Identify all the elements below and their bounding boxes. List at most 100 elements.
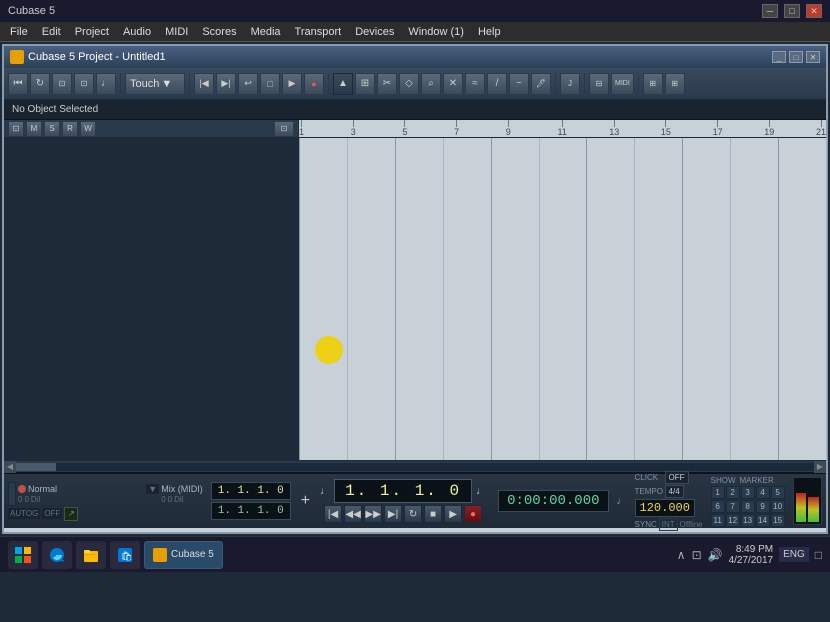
lang-indicator[interactable]: ENG — [779, 547, 809, 562]
menu-file[interactable]: File — [4, 25, 34, 39]
network-icon[interactable]: ⊡ — [692, 548, 702, 562]
select-tool-btn[interactable]: ▲ — [333, 73, 353, 95]
menu-media[interactable]: Media — [245, 25, 287, 39]
click-val[interactable]: OFF — [665, 471, 689, 484]
trans-loop-btn[interactable]: ↻ — [404, 505, 422, 523]
punch-out-btn[interactable]: ⊡ — [74, 73, 94, 95]
range-tool-btn[interactable]: ⊞ — [355, 73, 375, 95]
autog-icon[interactable]: ↗ — [64, 507, 78, 521]
split-tool-btn[interactable]: ✂ — [377, 73, 397, 95]
glue-tool-btn[interactable]: ◇ — [399, 73, 419, 95]
automation-dropdown[interactable]: Touch ▼ — [125, 73, 185, 95]
trans-rewind-btn[interactable]: |◀ — [324, 505, 342, 523]
time-warp-btn[interactable]: ≈ — [465, 73, 485, 95]
plus-button[interactable]: + — [299, 492, 312, 510]
play-btn[interactable]: ▶ — [282, 73, 302, 95]
menu-edit[interactable]: Edit — [36, 25, 67, 39]
minimize-button[interactable]: ─ — [762, 4, 778, 18]
marker-14[interactable]: 14 — [756, 514, 770, 527]
scroll-thumb[interactable] — [16, 463, 56, 471]
notification-icon[interactable]: □ — [815, 548, 822, 562]
ruler-btn3[interactable]: S — [44, 121, 60, 137]
edge-button[interactable] — [42, 541, 72, 569]
marker-3[interactable]: 3 — [741, 486, 755, 499]
menu-midi[interactable]: MIDI — [159, 25, 194, 39]
menu-devices[interactable]: Devices — [349, 25, 400, 39]
midi-btn[interactable]: MIDI — [611, 73, 634, 95]
undo-btn[interactable]: ↩ — [238, 73, 258, 95]
marker-1[interactable]: 1 — [711, 486, 725, 499]
line-tool-btn[interactable]: / — [487, 73, 507, 95]
marker-4[interactable]: 4 — [756, 486, 770, 499]
brush-tool-btn[interactable]: 🖊 — [531, 73, 551, 95]
taskbar-right: ∧ ⊡ 🔊 8:49 PM 4/27/2017 ENG □ — [677, 544, 822, 566]
menu-project[interactable]: Project — [69, 25, 115, 39]
marker-7[interactable]: 7 — [726, 500, 740, 513]
speaker-icon[interactable]: 🔊 — [708, 548, 723, 562]
maximize-button[interactable]: □ — [784, 4, 800, 18]
trans-forward-btn[interactable]: ▶▶ — [364, 505, 382, 523]
horizontal-scrollbar[interactable]: ◀ ▶ — [4, 460, 826, 472]
trans-back-btn[interactable]: ◀◀ — [344, 505, 362, 523]
trans-record-btn[interactable]: ● — [464, 505, 482, 523]
trans-end-btn[interactable]: ▶| — [384, 505, 402, 523]
go-to-end-btn[interactable]: ▶| — [216, 73, 236, 95]
app-maximize-button[interactable]: □ — [789, 51, 803, 63]
ruler-btn4[interactable]: R — [62, 121, 78, 137]
menu-transport[interactable]: Transport — [289, 25, 348, 39]
explorer-button[interactable] — [76, 541, 106, 569]
trans-play-btn[interactable]: ▶ — [444, 505, 462, 523]
position-displays: 1. 1. 1. 0 1. 1. 1. 0 — [211, 482, 291, 520]
marker-12[interactable]: 12 — [726, 514, 740, 527]
grid-line-11 — [826, 138, 827, 460]
return-to-start-btn[interactable]: ⏮ — [8, 73, 28, 95]
scroll-track[interactable] — [16, 463, 814, 471]
start-button[interactable] — [8, 541, 38, 569]
marker-2[interactable]: 2 — [726, 486, 740, 499]
cubase-taskbar-btn[interactable]: Cubase 5 — [144, 541, 223, 569]
app-close-button[interactable]: ✕ — [806, 51, 820, 63]
go-to-start-btn[interactable]: |◀ — [194, 73, 214, 95]
app-minimize-button[interactable]: _ — [772, 51, 786, 63]
record-btn[interactable]: ● — [304, 73, 324, 95]
punch-in-btn[interactable]: ⊡ — [52, 73, 72, 95]
marker-10[interactable]: 10 — [771, 500, 785, 513]
close-button[interactable]: ✕ — [806, 4, 822, 18]
store-button[interactable]: 🛍 — [110, 541, 140, 569]
menu-scores[interactable]: Scores — [196, 25, 242, 39]
marker-9[interactable]: 9 — [756, 500, 770, 513]
ruler-btn5[interactable]: W — [80, 121, 96, 137]
marker-5[interactable]: 5 — [771, 486, 785, 499]
grid2-btn[interactable]: ⊞ — [665, 73, 685, 95]
mix-val6: Dil — [174, 495, 183, 504]
curve-tool-btn[interactable]: ~ — [509, 73, 529, 95]
grid-btn[interactable]: ⊞ — [643, 73, 663, 95]
ruler-collapse[interactable]: ⊡ — [274, 121, 294, 137]
menu-window[interactable]: Window (1) — [402, 25, 470, 39]
timeline-grid — [299, 138, 826, 460]
mixer-btn[interactable]: ⊟ — [589, 73, 609, 95]
marker-6[interactable]: 6 — [711, 500, 725, 513]
tray-arrow-icon[interactable]: ∧ — [677, 548, 686, 562]
marker-13[interactable]: 13 — [741, 514, 755, 527]
ruler-btn1[interactable]: ⊡ — [8, 121, 24, 137]
tempo-value: 120.000 — [635, 499, 695, 517]
snap-btn[interactable]: J — [560, 73, 580, 95]
mute-tool-btn[interactable]: ✕ — [443, 73, 463, 95]
menu-help[interactable]: Help — [472, 25, 507, 39]
marker-15[interactable]: 15 — [771, 514, 785, 527]
cycle-btn[interactable]: ↻ — [30, 73, 50, 95]
scroll-right-btn[interactable]: ▶ — [814, 461, 826, 473]
grid-line-1 — [347, 138, 348, 460]
marker-11[interactable]: 11 — [711, 514, 725, 527]
ruler-btn2[interactable]: M — [26, 121, 42, 137]
zoom-tool-btn[interactable]: ⌕ — [421, 73, 441, 95]
menu-audio[interactable]: Audio — [117, 25, 157, 39]
marker-8[interactable]: 8 — [741, 500, 755, 513]
timeline-area[interactable] — [299, 138, 826, 460]
edge-icon — [48, 546, 66, 564]
trans-stop-btn[interactable]: ■ — [424, 505, 442, 523]
metronome-btn[interactable]: ♩ — [96, 73, 116, 95]
scroll-left-btn[interactable]: ◀ — [4, 461, 16, 473]
stop-sq-btn[interactable]: □ — [260, 73, 280, 95]
